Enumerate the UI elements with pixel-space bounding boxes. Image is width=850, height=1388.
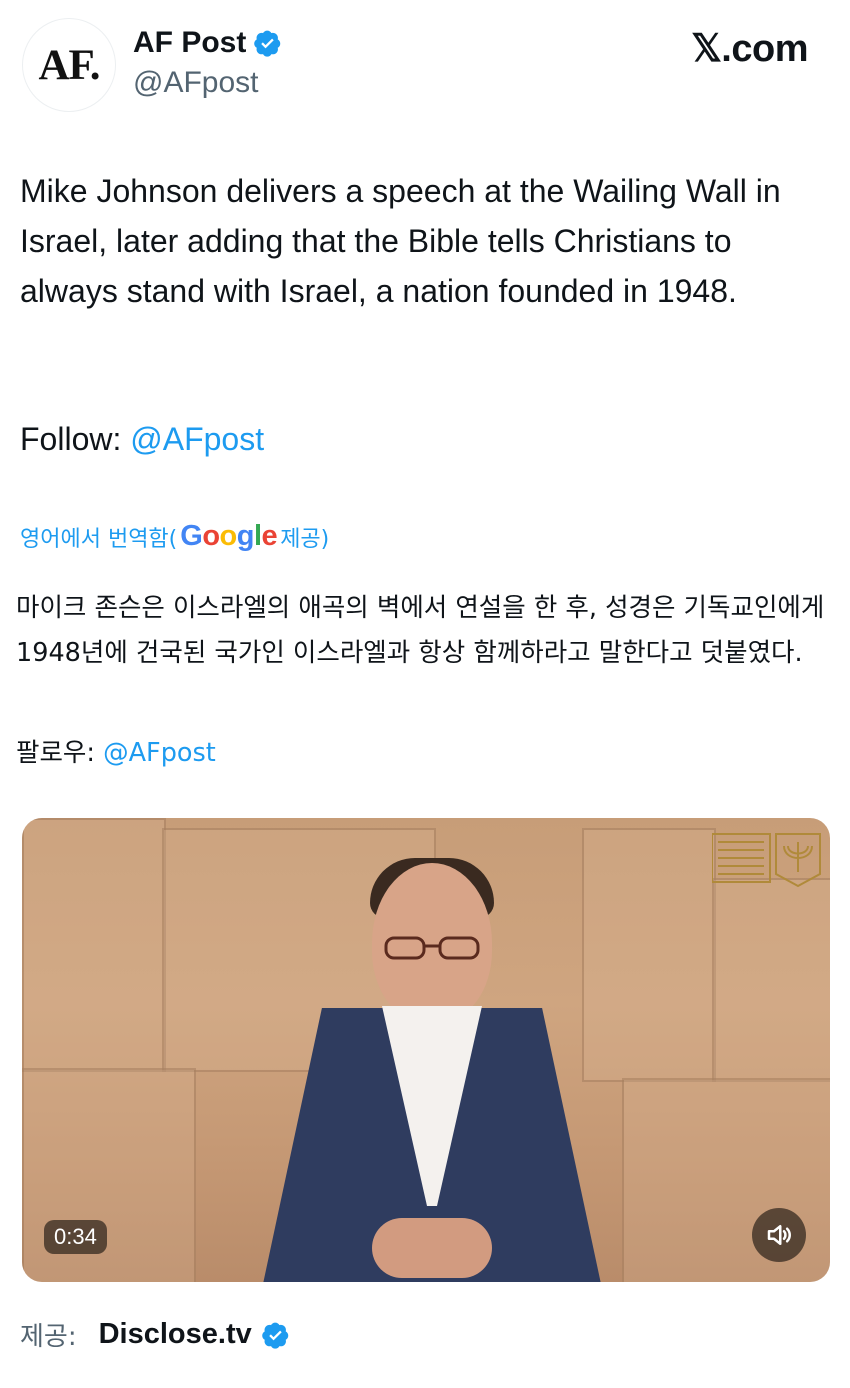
mute-toggle-button[interactable] bbox=[752, 1208, 806, 1262]
google-logo: Google bbox=[180, 520, 277, 553]
video-player[interactable] bbox=[22, 818, 830, 1282]
author-name-row[interactable]: AF Post bbox=[133, 26, 282, 60]
follow-prefix: Follow: bbox=[20, 421, 131, 457]
video-duration: 0:34 bbox=[44, 1220, 107, 1254]
wall-stone bbox=[582, 828, 716, 1082]
person-hands bbox=[372, 1218, 492, 1278]
translated-by-google[interactable]: 영어에서 번역함( Google 제공) bbox=[20, 520, 329, 553]
wall-stone bbox=[22, 818, 166, 1072]
verified-badge-icon bbox=[261, 1322, 288, 1349]
translated-label: 영어에서 번역함( bbox=[20, 526, 178, 552]
wall-stone bbox=[712, 878, 830, 1082]
glasses-icon bbox=[384, 936, 480, 960]
provider-label: 제공: bbox=[20, 1322, 77, 1352]
google-letter: o bbox=[219, 520, 238, 552]
translated-text: 마이크 존슨은 이스라엘의 애곡의 벽에서 연설을 한 후, 성경은 기독교인에… bbox=[16, 593, 825, 668]
site-label: 𝕏.com bbox=[691, 28, 808, 70]
translated-follow-prefix: 팔로우: bbox=[16, 738, 104, 768]
provider-source-link[interactable]: Disclose.tv bbox=[99, 1318, 252, 1351]
avatar[interactable]: AF. bbox=[22, 18, 116, 112]
speaker-icon bbox=[767, 1225, 791, 1245]
google-letter: g bbox=[236, 520, 255, 552]
follow-handle-link[interactable]: @AFpost bbox=[130, 421, 264, 457]
google-letter: o bbox=[202, 520, 220, 552]
google-letter: e bbox=[261, 520, 278, 552]
translated-follow-handle-link[interactable]: @AFpost bbox=[103, 738, 216, 768]
translated-suffix: 제공) bbox=[280, 526, 330, 552]
google-letter: l bbox=[253, 520, 262, 552]
tweet-text: Mike Johnson delivers a speech at the Wa… bbox=[20, 173, 781, 309]
verified-badge-icon bbox=[254, 30, 281, 57]
avatar-text: AF. bbox=[38, 41, 100, 89]
translated-follow-line: 팔로우: @AFpost bbox=[16, 731, 216, 776]
author-handle[interactable]: @AFpost bbox=[133, 66, 259, 100]
knesset-emblem-icon bbox=[712, 833, 821, 888]
author-name[interactable]: AF Post bbox=[133, 26, 246, 60]
video-provider: 제공: Disclose.tv bbox=[20, 1316, 290, 1353]
tweet-follow-line: Follow: @AFpost bbox=[20, 414, 264, 464]
google-letter: G bbox=[180, 520, 203, 552]
